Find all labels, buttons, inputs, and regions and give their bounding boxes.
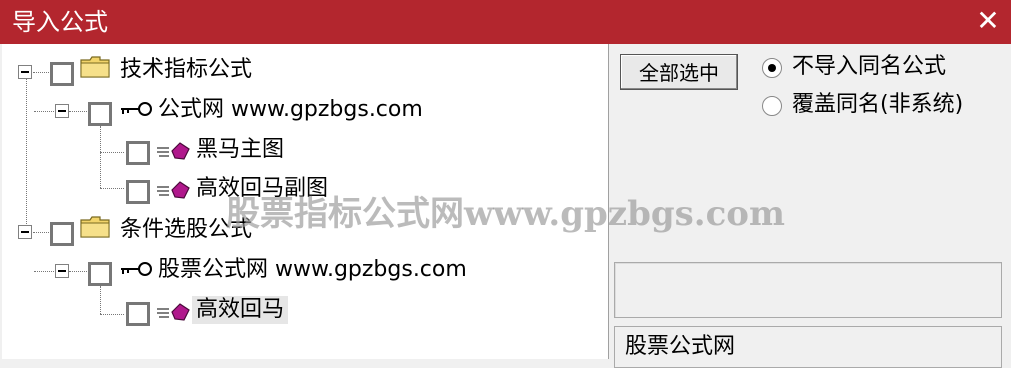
info-box: 股票公式网 (614, 326, 1002, 368)
tree-checkbox[interactable] (50, 62, 74, 86)
tree-checkbox[interactable] (50, 222, 74, 246)
window-title: 导入公式 (12, 8, 108, 36)
formula-icon (157, 303, 190, 321)
tree-node-label-selected[interactable]: 高效回马 (192, 296, 289, 324)
tree-line (69, 271, 87, 272)
tree-line (34, 271, 54, 272)
select-all-button[interactable]: 全部选中 (620, 54, 738, 90)
tree-checkbox[interactable] (88, 262, 112, 286)
formula-icon (157, 142, 190, 160)
tree-node-label[interactable]: 黑马主图 (196, 136, 284, 164)
tree-node-label[interactable]: 公式网 www.gpzbgs.com (158, 96, 423, 124)
tree-line (33, 72, 49, 73)
tree-line (34, 111, 54, 112)
radio-skip-same-name-label[interactable]: 不导入同名公式 (792, 53, 946, 81)
description-box (614, 262, 1002, 318)
formula-icon (157, 181, 190, 199)
collapse-toggle[interactable] (55, 104, 69, 118)
tree-line (69, 111, 87, 112)
radio-overwrite-same-name-label[interactable]: 覆盖同名(非系统) (792, 91, 963, 119)
tree-line (26, 79, 27, 232)
folder-icon (80, 56, 110, 78)
tree-line (100, 286, 101, 314)
radio-skip-same-name[interactable] (762, 58, 782, 78)
tree-checkbox[interactable] (126, 302, 150, 326)
key-icon (121, 262, 152, 276)
folder-icon (80, 216, 110, 238)
key-icon (121, 102, 152, 116)
tree-node-label[interactable]: 技术指标公式 (120, 56, 252, 84)
radio-overwrite-same-name[interactable] (762, 96, 782, 116)
tree-line (100, 152, 124, 153)
tree-checkbox[interactable] (126, 180, 150, 204)
tree-checkbox[interactable] (88, 102, 112, 126)
info-text: 股票公式网 (625, 334, 736, 359)
watermark: 股票指标公式网www.gpzbgs.com (226, 194, 785, 234)
tree-line (100, 314, 124, 315)
tree-line (100, 188, 124, 189)
collapse-toggle[interactable] (55, 264, 69, 278)
tree-line (100, 126, 101, 188)
tree-line (33, 232, 49, 233)
close-icon[interactable]: ✕ (973, 5, 1003, 37)
title-bar: 导入公式 ✕ (0, 0, 1011, 44)
collapse-toggle[interactable] (18, 225, 32, 239)
collapse-toggle[interactable] (18, 65, 32, 79)
tree-checkbox[interactable] (126, 141, 150, 165)
tree-node-label[interactable]: 股票公式网 www.gpzbgs.com (158, 256, 467, 284)
